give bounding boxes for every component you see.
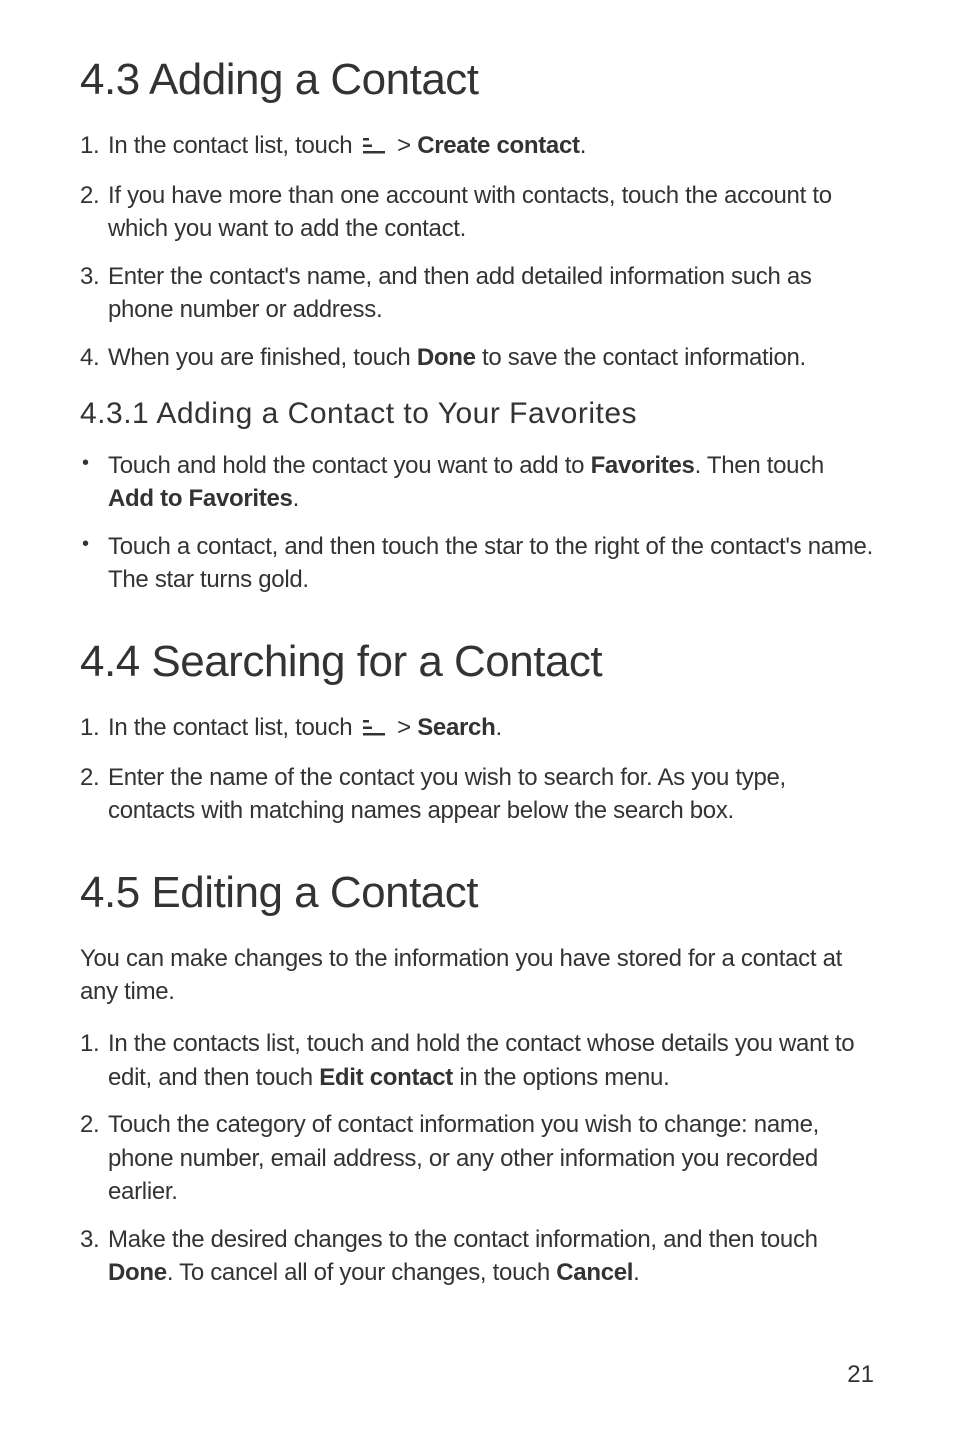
section-4-5: 4.5 Editing a Contact You can make chang… <box>80 868 874 1290</box>
step-text: Touch the category of contact informatio… <box>108 1111 819 1205</box>
step-item: 4. When you are finished, touch Done to … <box>80 341 874 375</box>
step-item: 3. Enter the contact's name, and then ad… <box>80 260 874 327</box>
step-number: 2. <box>80 761 99 795</box>
step-number: 1. <box>80 129 99 163</box>
step-number: 1. <box>80 711 99 745</box>
step-number: 2. <box>80 179 99 213</box>
heading-4-3-1: 4.3.1 Adding a Contact to Your Favorites <box>80 397 874 431</box>
step-text: Enter the name of the contact you wish t… <box>108 764 786 825</box>
bold-term: Search <box>417 714 495 741</box>
bold-term: Done <box>417 344 476 371</box>
bullet-text: Touch and hold the contact you want to a… <box>108 452 591 479</box>
step-item: 2. Enter the name of the contact you wis… <box>80 761 874 828</box>
step-text: Make the desired changes to the contact … <box>108 1226 818 1253</box>
bullets-4-3-1: Touch and hold the contact you want to a… <box>80 449 874 597</box>
step-number: 3. <box>80 1223 99 1257</box>
step-item: 3. Make the desired changes to the conta… <box>80 1223 874 1290</box>
step-text: . To cancel all of your changes, touch <box>167 1259 556 1286</box>
step-text: . <box>633 1259 639 1286</box>
bold-term: Add to Favorites <box>108 485 293 512</box>
bullet-text: . Then touch <box>695 452 824 479</box>
section-4-3: 4.3 Adding a Contact 1. In the contact l… <box>80 55 874 597</box>
steps-4-3: 1. In the contact list, touch > Create c… <box>80 129 874 375</box>
bold-term: Create contact <box>417 132 580 159</box>
bullet-item: Touch a contact, and then touch the star… <box>80 530 874 597</box>
menu-icon <box>363 713 385 747</box>
intro-4-5: You can make changes to the information … <box>80 942 874 1009</box>
bullet-text: Touch a contact, and then touch the star… <box>108 533 873 594</box>
bold-term: Done <box>108 1259 167 1286</box>
page-number: 21 <box>847 1361 874 1389</box>
heading-4-5: 4.5 Editing a Contact <box>80 868 874 918</box>
step-number: 4. <box>80 341 99 375</box>
step-text: Enter the contact's name, and then add d… <box>108 263 812 324</box>
bullet-text: . <box>293 485 299 512</box>
step-number: 3. <box>80 260 99 294</box>
section-4-4: 4.4 Searching for a Contact 1. In the co… <box>80 637 874 828</box>
steps-4-5: 1. In the contacts list, touch and hold … <box>80 1027 874 1290</box>
step-text: When you are finished, touch <box>108 344 417 371</box>
step-number: 2. <box>80 1108 99 1142</box>
bold-term: Edit contact <box>319 1064 453 1091</box>
bold-term: Cancel <box>556 1259 633 1286</box>
step-text: in the options menu. <box>453 1064 670 1091</box>
step-text: . <box>580 132 586 159</box>
step-text: > <box>397 714 417 741</box>
step-text: . <box>495 714 501 741</box>
step-item: 1. In the contact list, touch > Create c… <box>80 129 874 165</box>
step-number: 1. <box>80 1027 99 1061</box>
heading-4-3: 4.3 Adding a Contact <box>80 55 874 105</box>
bullet-item: Touch and hold the contact you want to a… <box>80 449 874 516</box>
step-text: > <box>397 132 417 159</box>
step-item: 2. If you have more than one account wit… <box>80 179 874 246</box>
menu-icon <box>363 131 385 165</box>
step-text: In the contact list, touch <box>108 132 359 159</box>
step-text: In the contact list, touch <box>108 714 359 741</box>
step-text: to save the contact information. <box>476 344 806 371</box>
bold-term: Favorites <box>591 452 695 479</box>
step-text: If you have more than one account with c… <box>108 182 832 243</box>
heading-4-4: 4.4 Searching for a Contact <box>80 637 874 687</box>
step-item: 1. In the contacts list, touch and hold … <box>80 1027 874 1094</box>
step-item: 2. Touch the category of contact informa… <box>80 1108 874 1209</box>
step-item: 1. In the contact list, touch > Search. <box>80 711 874 747</box>
steps-4-4: 1. In the contact list, touch > Search. … <box>80 711 874 828</box>
